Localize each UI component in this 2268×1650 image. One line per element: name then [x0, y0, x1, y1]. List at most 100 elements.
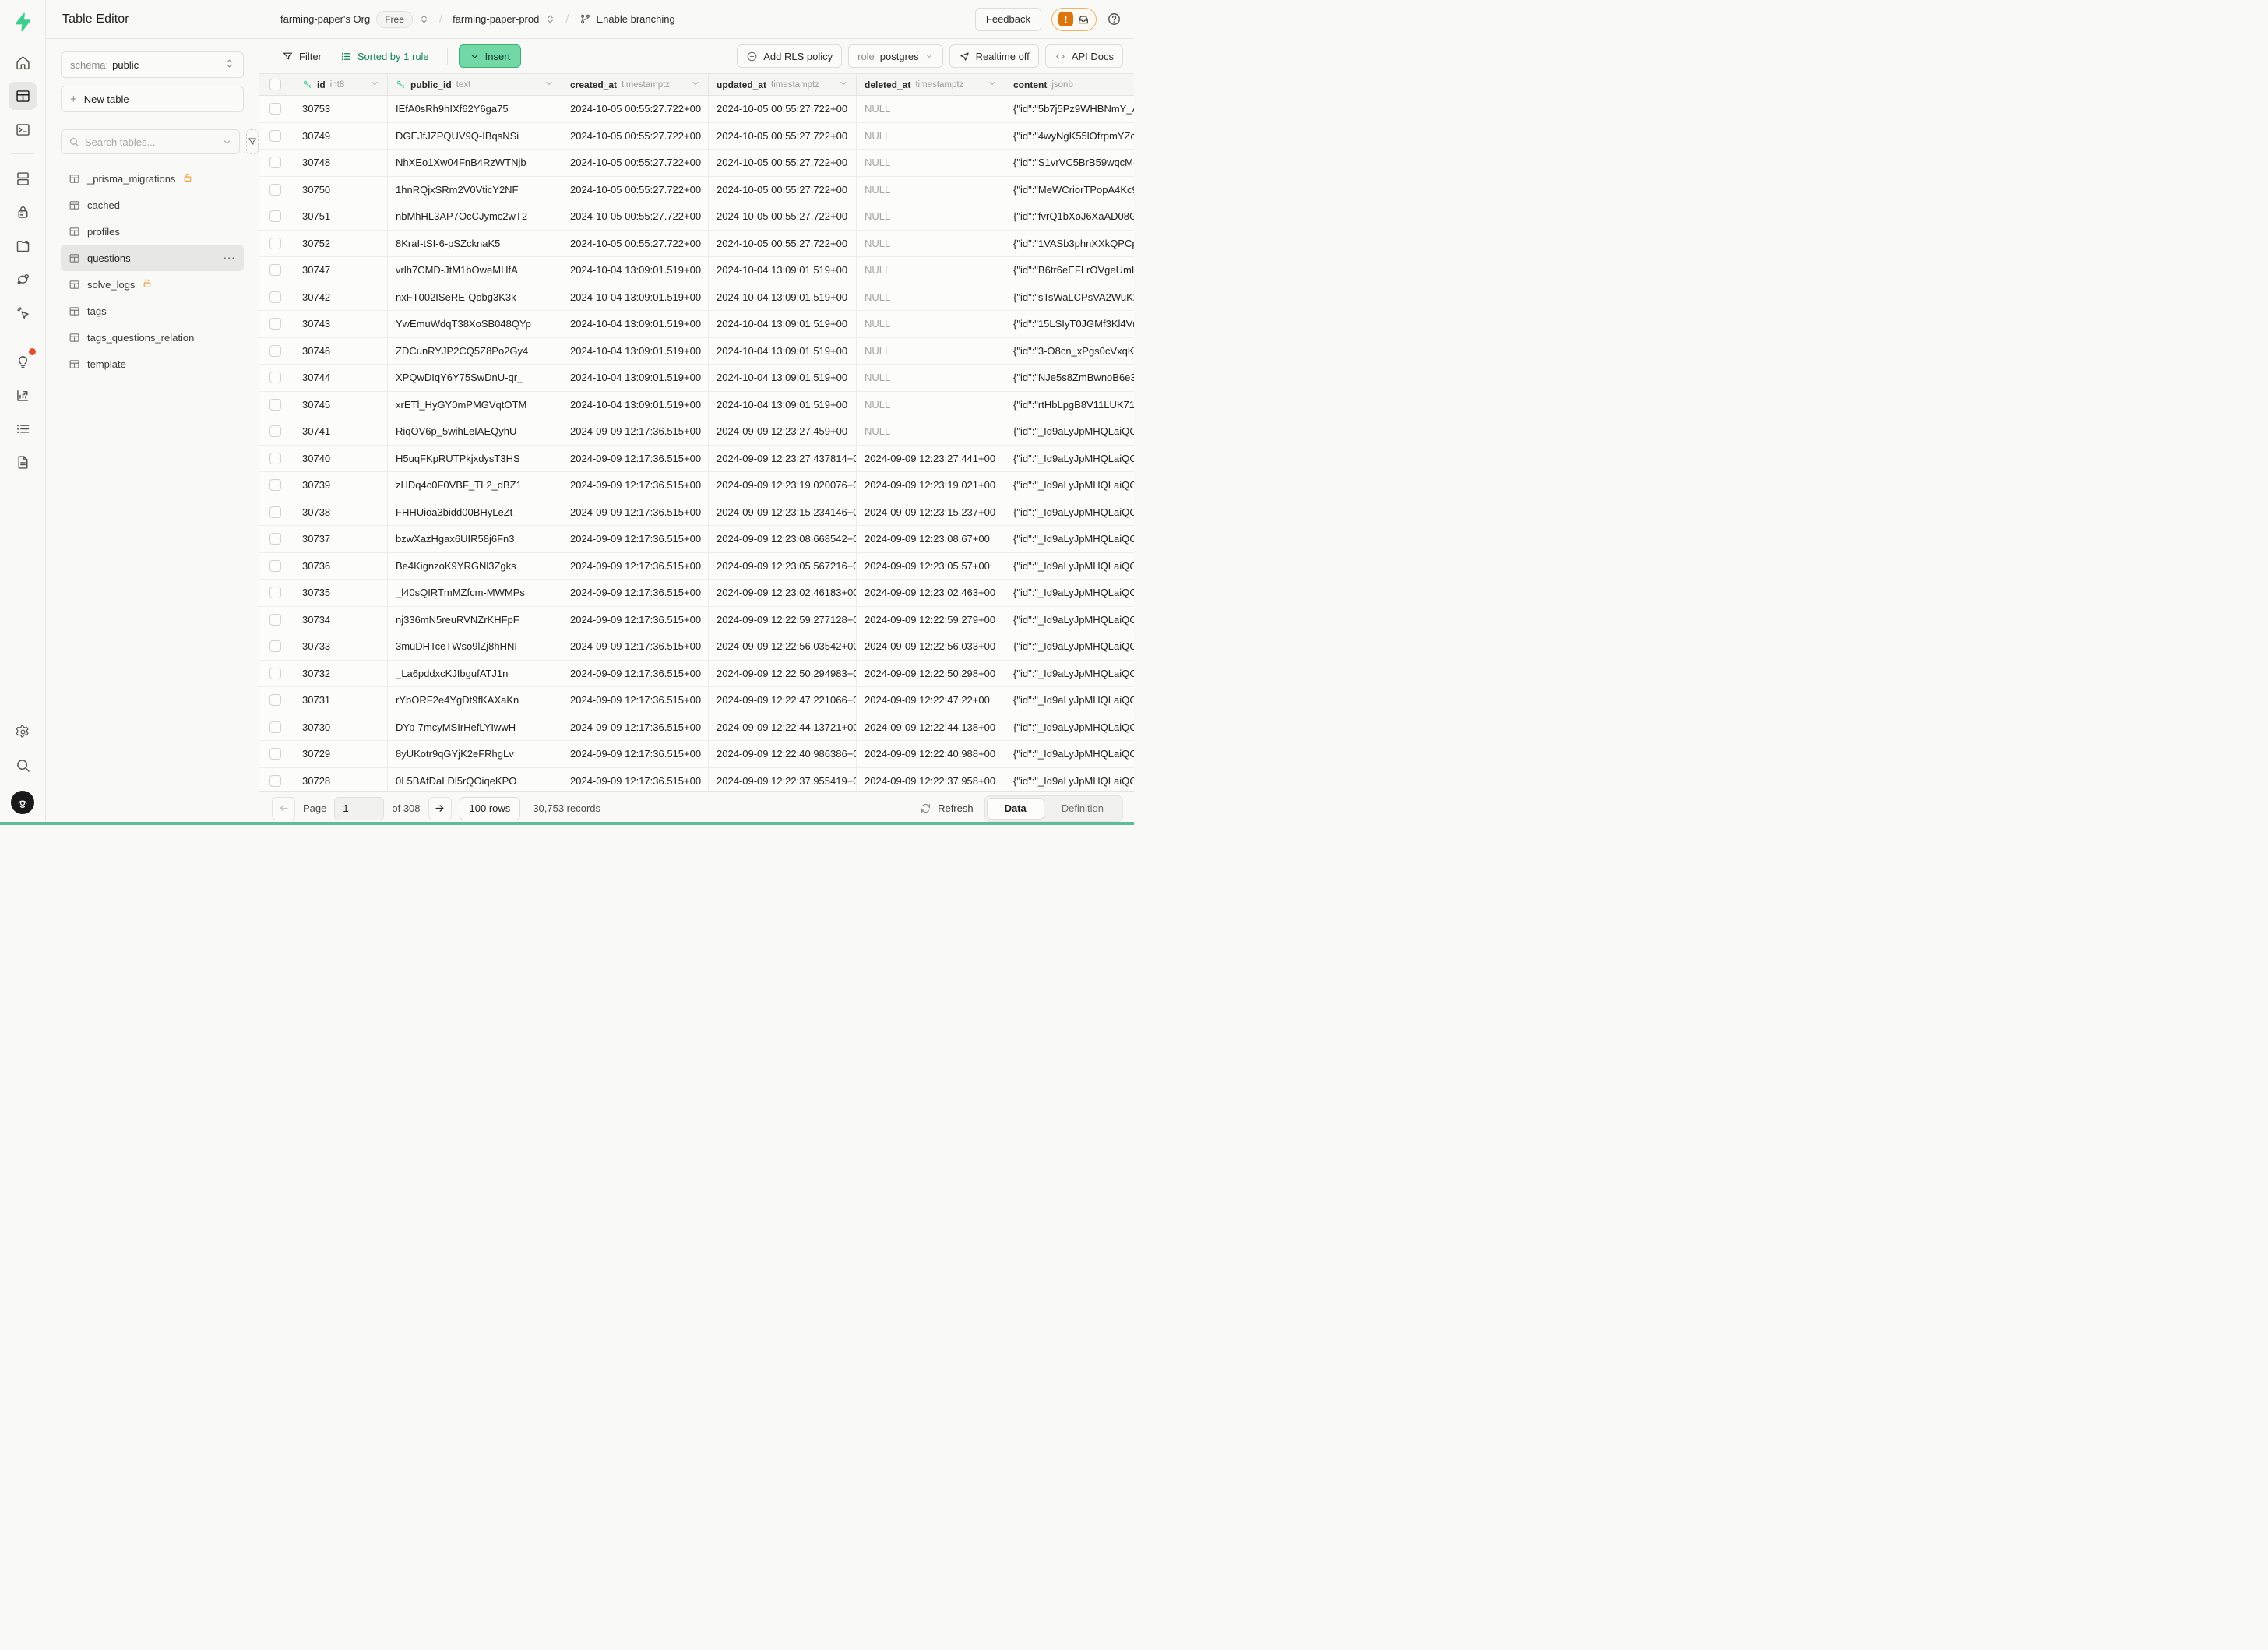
sidebar-table-questions[interactable]: questions···	[61, 245, 244, 271]
cell-deleted_at[interactable]: NULL	[857, 392, 1005, 418]
cell-id[interactable]: 30752	[294, 231, 388, 257]
row-checkbox[interactable]	[269, 640, 281, 652]
cell-public_id[interactable]: H5uqFKpRUTPkjxdysT3HS	[388, 446, 562, 472]
column-menu-icon[interactable]	[370, 79, 379, 90]
cell-created_at[interactable]: 2024-10-04 13:09:01.519+00	[562, 284, 709, 311]
cell-id[interactable]: 30749	[294, 123, 388, 150]
cell-deleted_at[interactable]: NULL	[857, 231, 1005, 257]
cell-deleted_at[interactable]: 2024-09-09 12:23:19.021+00	[857, 472, 1005, 499]
next-page-button[interactable]	[428, 797, 452, 820]
cell-updated_at[interactable]: 2024-10-05 00:55:27.722+00	[709, 231, 857, 257]
cell-updated_at[interactable]: 2024-10-04 13:09:01.519+00	[709, 284, 857, 311]
storage-icon[interactable]	[9, 231, 37, 259]
cell-deleted_at[interactable]: NULL	[857, 257, 1005, 284]
cell-public_id[interactable]: 1hnRQjxSRm2V0VticY2NF	[388, 177, 562, 203]
cell-created_at[interactable]: 2024-10-05 00:55:27.722+00	[562, 231, 709, 257]
row-checkbox[interactable]	[269, 345, 281, 357]
cell-public_id[interactable]: YwEmuWdqT38XoSB048QYp	[388, 311, 562, 337]
cell-public_id[interactable]: DGEJfJZPQUV9Q-IBqsNSi	[388, 123, 562, 150]
column-menu-icon[interactable]	[988, 79, 997, 90]
cell-content[interactable]: {"id":"_Id9aLyJpMHQLaiQC	[1005, 526, 1134, 552]
cell-created_at[interactable]: 2024-09-09 12:17:36.515+00	[562, 553, 709, 580]
row-checkbox[interactable]	[269, 399, 281, 411]
cell-created_at[interactable]: 2024-09-09 12:17:36.515+00	[562, 714, 709, 741]
cell-content[interactable]: {"id":"NJe5s8ZmBwnoB6e3s	[1005, 365, 1134, 391]
cell-updated_at[interactable]: 2024-09-09 12:22:47.221066+00	[709, 687, 857, 714]
cell-created_at[interactable]: 2024-09-09 12:17:36.515+00	[562, 418, 709, 445]
cell-updated_at[interactable]: 2024-09-09 12:23:02.46183+00	[709, 580, 857, 606]
project-switcher-icon[interactable]	[545, 14, 555, 24]
cell-created_at[interactable]: 2024-09-09 12:17:36.515+00	[562, 526, 709, 552]
cell-deleted_at[interactable]: 2024-09-09 12:22:56.033+00	[857, 633, 1005, 660]
cell-content[interactable]: {"id":"_Id9aLyJpMHQLaiQC	[1005, 768, 1134, 792]
row-checkbox[interactable]	[269, 103, 281, 115]
cell-deleted_at[interactable]: NULL	[857, 418, 1005, 445]
cell-updated_at[interactable]: 2024-09-09 12:22:59.277128+00	[709, 607, 857, 633]
rows-per-page-button[interactable]: 100 rows	[460, 797, 521, 820]
cell-updated_at[interactable]: 2024-10-04 13:09:01.519+00	[709, 311, 857, 337]
cell-created_at[interactable]: 2024-10-04 13:09:01.519+00	[562, 338, 709, 365]
chevron-down-icon[interactable]	[222, 137, 232, 147]
org-switcher-icon[interactable]	[419, 14, 429, 24]
cell-updated_at[interactable]: 2024-10-04 13:09:01.519+00	[709, 392, 857, 418]
cell-updated_at[interactable]: 2024-09-09 12:23:27.437814+00	[709, 446, 857, 472]
cell-id[interactable]: 30735	[294, 580, 388, 606]
cell-updated_at[interactable]: 2024-10-05 00:55:27.722+00	[709, 96, 857, 122]
cell-id[interactable]: 30751	[294, 203, 388, 230]
cell-updated_at[interactable]: 2024-09-09 12:22:40.986386+00	[709, 741, 857, 767]
api-docs-button[interactable]: API Docs	[1045, 44, 1123, 68]
cell-id[interactable]: 30737	[294, 526, 388, 552]
cell-id[interactable]: 30728	[294, 768, 388, 792]
org-name[interactable]: farming-paper's Org	[280, 13, 370, 25]
home-icon[interactable]	[9, 48, 37, 76]
cell-content[interactable]: {"id":"B6tr6eEFLrOVgeUmH	[1005, 257, 1134, 284]
cell-id[interactable]: 30740	[294, 446, 388, 472]
cell-deleted_at[interactable]: 2024-09-09 12:22:40.988+00	[857, 741, 1005, 767]
cell-public_id[interactable]: RiqOV6p_5wihLeIAEQyhU	[388, 418, 562, 445]
cell-updated_at[interactable]: 2024-09-09 12:23:27.459+00	[709, 418, 857, 445]
row-checkbox[interactable]	[269, 184, 281, 196]
settings-icon[interactable]	[9, 717, 37, 746]
cell-updated_at[interactable]: 2024-10-05 00:55:27.722+00	[709, 123, 857, 150]
cell-content[interactable]: {"id":"_Id9aLyJpMHQLaiQC	[1005, 607, 1134, 633]
cell-content[interactable]: {"id":"_Id9aLyJpMHQLaiQC	[1005, 472, 1134, 499]
cell-id[interactable]: 30739	[294, 472, 388, 499]
cell-public_id[interactable]: nbMhHL3AP7OcCJymc2wT2	[388, 203, 562, 230]
row-checkbox[interactable]	[269, 560, 281, 572]
cell-deleted_at[interactable]: 2024-09-09 12:22:50.298+00	[857, 661, 1005, 687]
cell-public_id[interactable]: rYbORF2e4YgDt9fKAXaKn	[388, 687, 562, 714]
sql-editor-icon[interactable]	[9, 115, 37, 143]
reports-icon[interactable]	[9, 381, 37, 409]
cell-deleted_at[interactable]: NULL	[857, 177, 1005, 203]
cell-content[interactable]: {"id":"_Id9aLyJpMHQLaiQC	[1005, 633, 1134, 660]
row-checkbox[interactable]	[269, 587, 281, 598]
cell-updated_at[interactable]: 2024-09-09 12:23:19.020076+00	[709, 472, 857, 499]
cell-updated_at[interactable]: 2024-09-09 12:22:37.955419+00	[709, 768, 857, 792]
cell-content[interactable]: {"id":"_Id9aLyJpMHQLaiQC	[1005, 580, 1134, 606]
cell-id[interactable]: 30736	[294, 553, 388, 580]
cell-public_id[interactable]: bzwXazHgax6UIR58j6Fn3	[388, 526, 562, 552]
cell-content[interactable]: {"id":"_Id9aLyJpMHQLaiQC	[1005, 553, 1134, 580]
cell-created_at[interactable]: 2024-09-09 12:17:36.515+00	[562, 741, 709, 767]
cell-created_at[interactable]: 2024-10-05 00:55:27.722+00	[562, 150, 709, 176]
api-docs-icon[interactable]	[9, 448, 37, 476]
row-checkbox[interactable]	[269, 157, 281, 168]
advisors-icon[interactable]	[9, 347, 37, 375]
cell-created_at[interactable]: 2024-10-05 00:55:27.722+00	[562, 177, 709, 203]
cell-created_at[interactable]: 2024-10-05 00:55:27.722+00	[562, 96, 709, 122]
cell-deleted_at[interactable]: 2024-09-09 12:23:05.57+00	[857, 553, 1005, 580]
cell-content[interactable]: {"id":"1VASb3phnXXkQPCpv	[1005, 231, 1134, 257]
cell-created_at[interactable]: 2024-10-04 13:09:01.519+00	[562, 392, 709, 418]
search-icon[interactable]	[9, 751, 37, 779]
project-name[interactable]: farming-paper-prod	[453, 13, 539, 25]
realtime-icon[interactable]	[9, 265, 37, 293]
cell-content[interactable]: {"id":"3-O8cn_xPgs0cVxqKE	[1005, 338, 1134, 365]
table-editor-icon[interactable]	[9, 82, 37, 110]
cell-deleted_at[interactable]: NULL	[857, 311, 1005, 337]
cell-updated_at[interactable]: 2024-09-09 12:23:05.567216+00	[709, 553, 857, 580]
cell-id[interactable]: 30742	[294, 284, 388, 311]
sidebar-table-solve_logs[interactable]: solve_logs	[61, 271, 244, 298]
help-icon[interactable]	[1107, 12, 1122, 26]
row-checkbox[interactable]	[269, 238, 281, 249]
cell-content[interactable]: {"id":"S1vrVC5BrB59wqcM4	[1005, 150, 1134, 176]
